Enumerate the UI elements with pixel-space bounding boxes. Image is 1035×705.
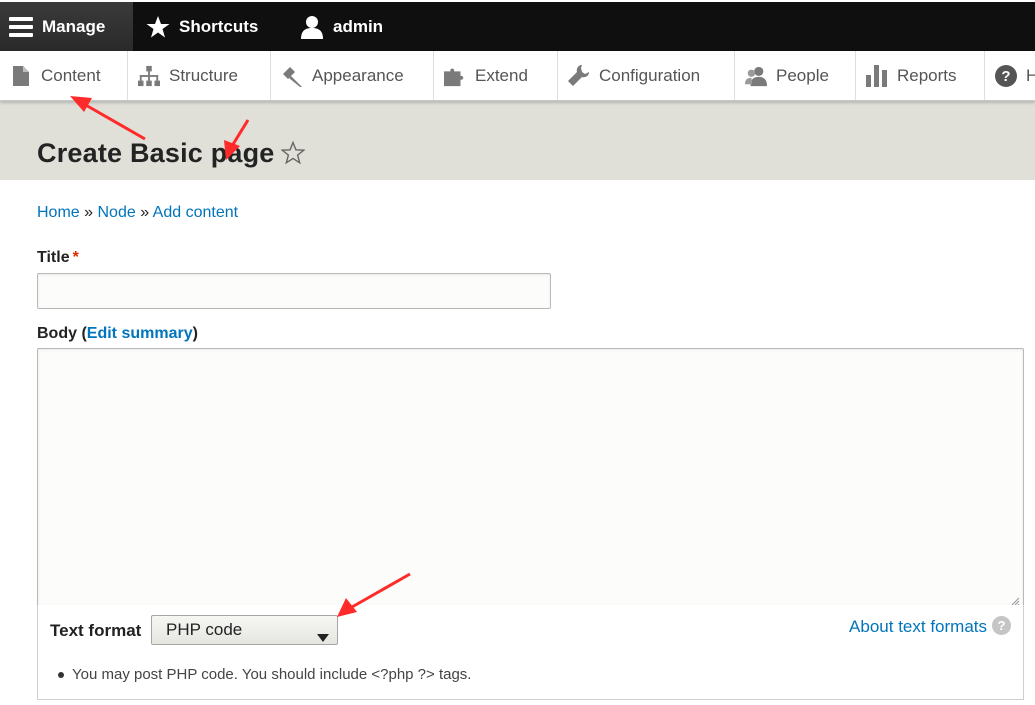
tray-item-reports[interactable]: Reports (856, 51, 985, 100)
body-textarea[interactable] (37, 348, 1024, 606)
text-format-select[interactable]: PHP code (151, 615, 338, 645)
sitemap-icon (138, 65, 160, 87)
admin-toolbar: Manage Shortcuts admin (0, 2, 1035, 51)
star-filled-icon (145, 14, 171, 40)
resize-grip-icon[interactable] (1011, 593, 1020, 606)
breadcrumb-separator: » (84, 204, 98, 221)
help-icon: ? (995, 64, 1017, 87)
tray-label-appearance: Appearance (312, 65, 404, 85)
manage-label: Manage (42, 16, 106, 36)
about-text-formats-link[interactable]: About text formats (849, 617, 987, 637)
user-icon (299, 14, 325, 40)
bar-chart-icon (866, 64, 888, 87)
tray-item-help[interactable]: ? H (985, 51, 1035, 100)
title-input[interactable] (37, 273, 551, 309)
tray-item-structure[interactable]: Structure (128, 51, 271, 100)
tray-label-help: H (1026, 65, 1035, 85)
shortcuts-label: Shortcuts (179, 16, 259, 36)
bullet-icon (58, 671, 64, 678)
tray-label-people: People (776, 65, 829, 85)
breadcrumb: Home » Node » Add content (37, 204, 238, 222)
people-icon (745, 65, 767, 87)
shortcuts-tab[interactable]: Shortcuts (133, 2, 287, 51)
body-label-close: ) (192, 325, 198, 342)
wrench-icon (568, 64, 590, 87)
text-format-label: Text format (50, 621, 142, 640)
tray-label-extend: Extend (475, 65, 528, 85)
help-circle-icon[interactable]: ? (992, 616, 1011, 635)
tray-item-content[interactable]: Content (0, 51, 128, 100)
hamburger-icon (8, 14, 34, 40)
tray-item-extend[interactable]: Extend (434, 51, 558, 100)
edit-summary-link[interactable]: Edit summary (87, 325, 193, 342)
document-icon (10, 65, 32, 87)
tray-item-configuration[interactable]: Configuration (558, 51, 735, 100)
format-tip-text: You may post PHP code. You should includ… (72, 666, 472, 683)
body-label: Body (Edit summary) (37, 325, 198, 343)
tray-item-appearance[interactable]: Appearance (271, 51, 434, 100)
breadcrumb-node[interactable]: Node (97, 204, 135, 221)
breadcrumb-separator: » (140, 204, 153, 221)
tray-label-reports: Reports (897, 65, 957, 85)
caret-down-icon (317, 627, 329, 642)
admin-tray: Content Structure Appearance Extend Conf… (0, 51, 1035, 101)
page-title: Create Basic page (37, 138, 275, 168)
body-label-text: Body ( (37, 325, 87, 342)
shortcut-star-icon[interactable] (280, 140, 306, 165)
paintbrush-icon (281, 65, 303, 87)
tray-label-structure: Structure (169, 65, 238, 85)
user-label: admin (333, 16, 384, 36)
text-format-panel: Text format PHP code About text formats … (37, 605, 1024, 700)
tray-label-content: Content (41, 65, 101, 85)
manage-tab[interactable]: Manage (0, 2, 133, 51)
format-tip: You may post PHP code. You should includ… (58, 666, 471, 683)
svg-text:?: ? (1001, 68, 1010, 85)
svg-text:?: ? (998, 618, 1006, 633)
tray-label-configuration: Configuration (599, 65, 701, 85)
title-label-text: Title (37, 249, 70, 266)
title-label: Title * (37, 249, 79, 267)
tray-item-people[interactable]: People (735, 51, 856, 100)
text-format-value: PHP code (166, 620, 243, 639)
breadcrumb-add-content[interactable]: Add content (153, 204, 238, 221)
breadcrumb-home[interactable]: Home (37, 204, 80, 221)
user-tab[interactable]: admin (287, 2, 395, 51)
required-marker: * (72, 249, 79, 266)
puzzle-icon (444, 65, 466, 87)
